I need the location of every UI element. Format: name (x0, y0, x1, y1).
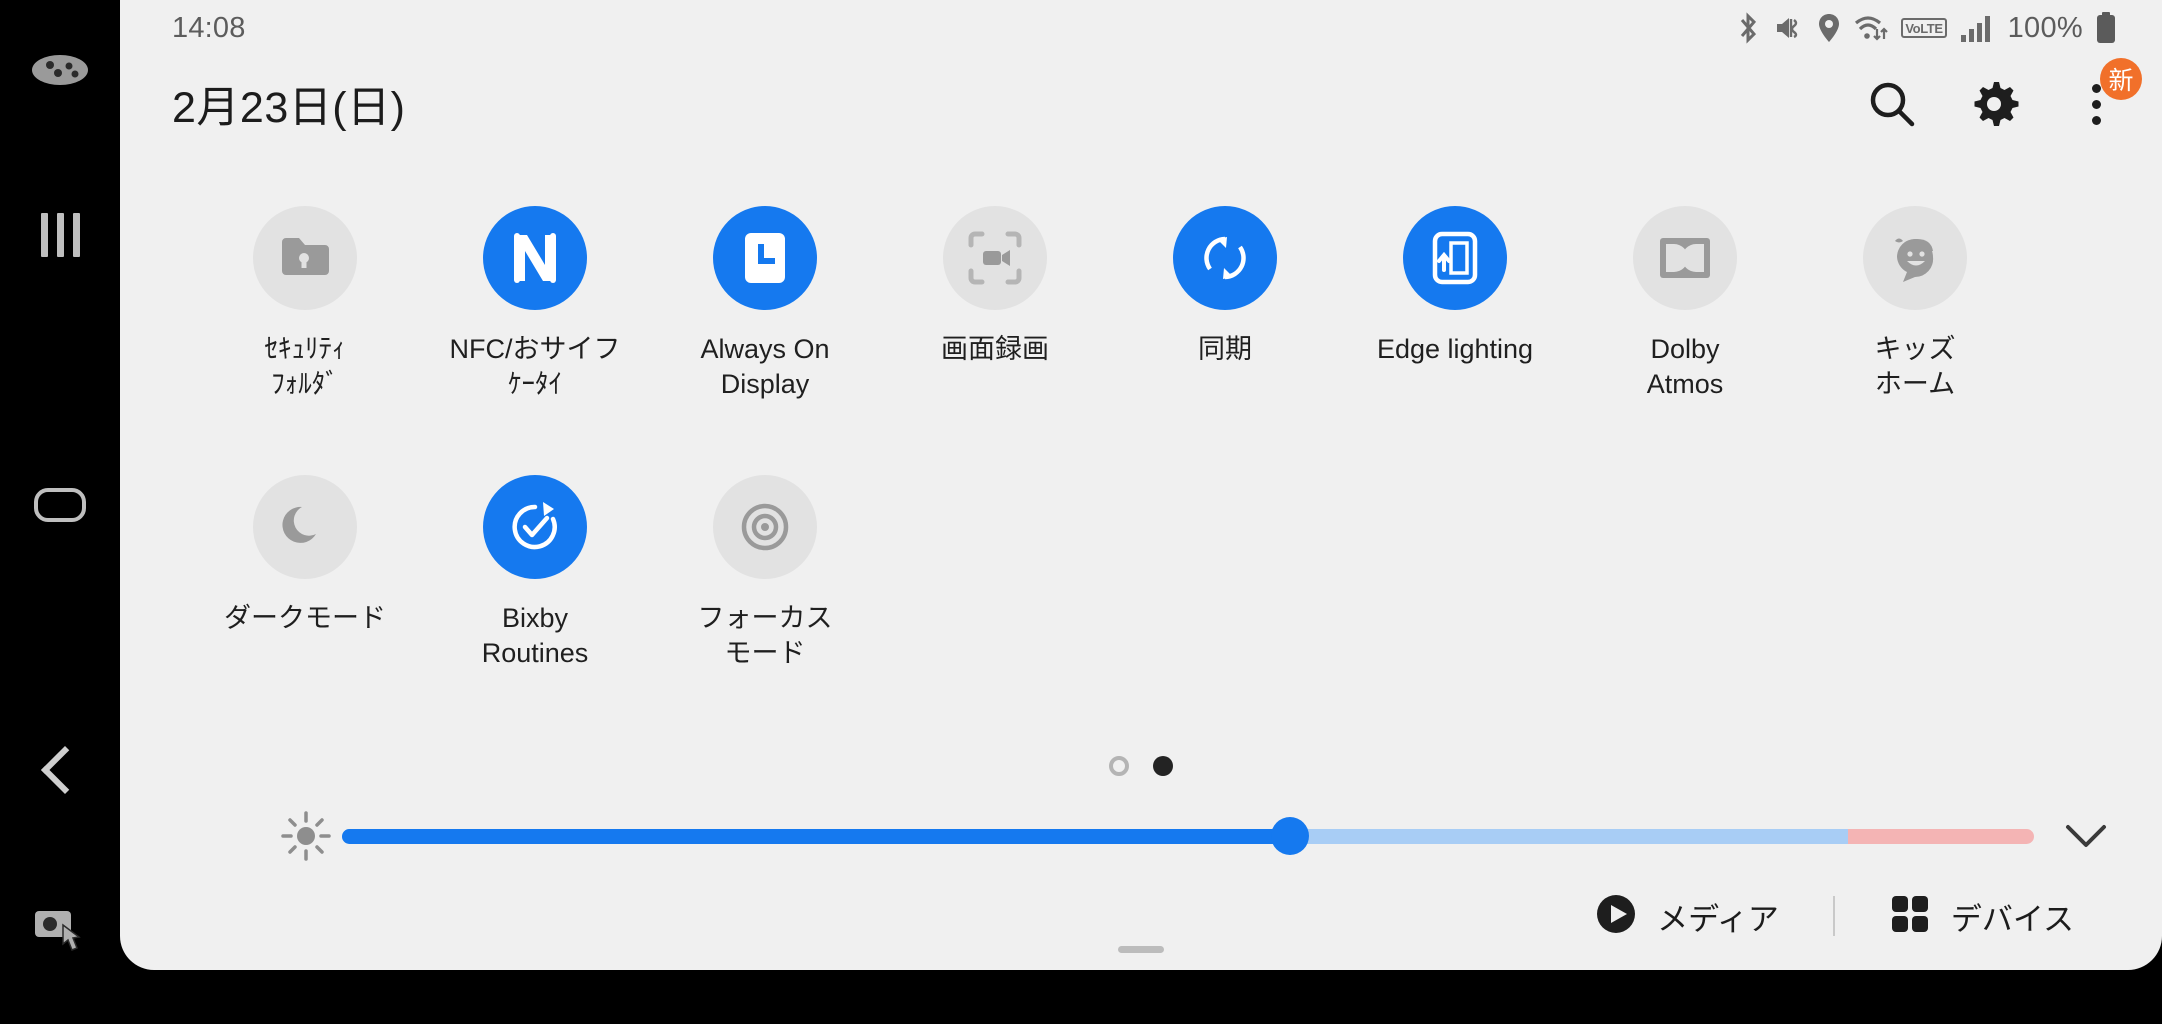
battery-icon (2096, 12, 2116, 44)
bluetooth-icon (1735, 12, 1761, 44)
brightness-icon (270, 810, 342, 862)
tile-label: 画面録画 (941, 334, 1049, 364)
volte-icon: VoLTE (1901, 18, 1947, 38)
quick-settings-panel: 14:08 VoLTE 100% 2月23日(日) 新 ｾｷｭﾘﾃｨ ﾌｫﾙﾀﾞ… (120, 0, 2162, 970)
devices-grid-icon (1889, 893, 1931, 940)
dolby-atmos-icon (1633, 206, 1737, 310)
status-icons: VoLTE 100% (1735, 12, 2116, 45)
battery-percent: 100% (2007, 11, 2083, 44)
screen-root: 14:08 VoLTE 100% 2月23日(日) 新 ｾｷｭﾘﾃｨ ﾌｫﾙﾀﾞ… (0, 0, 2162, 1024)
tile-row: ダークモード Bixby Routines フォーカス モード (190, 451, 2162, 670)
home-icon[interactable] (0, 475, 120, 535)
play-icon (1595, 893, 1637, 940)
nfc-icon (483, 206, 587, 310)
page-dot-1[interactable] (1109, 756, 1129, 776)
chevron-down-icon[interactable] (2050, 821, 2122, 851)
media-button[interactable]: メディア (1595, 893, 1779, 940)
always-on-display-icon (713, 206, 817, 310)
devices-button[interactable]: デバイス (1889, 893, 2074, 940)
focus-mode-icon (713, 475, 817, 580)
slider-track (342, 817, 2034, 855)
tile-bixby-routines[interactable]: Bixby Routines (420, 451, 650, 670)
tile-label: Dolby Atmos (1646, 334, 1724, 399)
tile-kids-home[interactable]: キッズ ホーム (1800, 182, 2030, 401)
screen-recorder-icon (943, 206, 1047, 310)
tile-label: キッズ ホーム (1874, 334, 1956, 399)
tile-sync[interactable]: 同期 (1110, 182, 1340, 401)
tile-dolby-atmos[interactable]: Dolby Atmos (1570, 182, 1800, 401)
status-clock: 14:08 (172, 11, 246, 44)
tile-label: Bixby Routines (481, 603, 589, 668)
tile-label: ダークモード (224, 603, 386, 634)
panel-drag-handle[interactable] (1118, 946, 1164, 953)
three-dot-icon (2091, 83, 2101, 125)
tile-always-on-display[interactable]: Always On Display (650, 182, 880, 401)
kids-home-icon (1863, 206, 1967, 310)
tile-label: Edge lighting (1376, 334, 1534, 364)
tile-label: ｾｷｭﾘﾃｨ ﾌｫﾙﾀﾞ (264, 334, 346, 399)
tile-screen-recorder[interactable]: 画面録画 (880, 182, 1110, 401)
mute-vibrate-icon (1774, 13, 1804, 43)
dark-mode-icon (253, 475, 357, 580)
new-badge: 新 (2100, 58, 2142, 100)
tile-nfc[interactable]: NFC/おサイフ ｹｰﾀｲ (420, 182, 650, 401)
recents-icon[interactable] (0, 205, 120, 265)
quick-settings-tiles: ｾｷｭﾘﾃｨ ﾌｫﾙﾀﾞ NFC/おサイフ ｹｰﾀｲ Always On Dis… (120, 182, 2162, 670)
sync-icon (1173, 206, 1277, 310)
brightness-slider[interactable] (342, 800, 2034, 872)
more-options-button[interactable]: 新 (2066, 58, 2142, 134)
signal-bars-icon (1960, 13, 1992, 43)
slider-thumb[interactable] (1270, 817, 1309, 855)
tile-label: フォーカス モード (697, 603, 833, 668)
tile-label: Always On Display (700, 334, 830, 399)
tile-secure-folder[interactable]: ｾｷｭﾘﾃｨ ﾌｫﾙﾀﾞ (190, 182, 420, 401)
bottom-bar-divider (1832, 896, 1835, 936)
brightness-control (120, 800, 2162, 872)
game-launcher-icon[interactable] (0, 40, 120, 100)
tile-row: ｾｷｭﾘﾃｨ ﾌｫﾙﾀﾞ NFC/おサイフ ｹｰﾀｲ Always On Dis… (190, 182, 2162, 401)
page-dot-2[interactable] (1153, 756, 1173, 776)
wifi-icon (1854, 13, 1889, 43)
page-title: 2月23日(日) (172, 84, 406, 132)
panel-header: 2月23日(日) 新 (120, 56, 2162, 152)
media-label: メディア (1657, 901, 1779, 937)
location-icon (1817, 13, 1841, 43)
tile-edge-lighting[interactable]: Edge lighting (1340, 182, 1570, 401)
gear-icon[interactable] (1964, 74, 2024, 134)
bixby-routines-icon (483, 475, 587, 580)
tile-focus-mode[interactable]: フォーカス モード (650, 451, 880, 670)
devices-label: デバイス (1950, 901, 2074, 937)
header-actions: 新 (1862, 58, 2142, 134)
panel-bottom-bar: メディア デバイス (120, 880, 2162, 952)
search-icon[interactable] (1862, 74, 1922, 134)
tile-dark-mode[interactable]: ダークモード (190, 451, 420, 670)
slider-fill (342, 828, 1290, 844)
tile-label: 同期 (1198, 334, 1252, 364)
status-bar: 14:08 VoLTE 100% (120, 0, 2162, 56)
page-indicator (120, 756, 2162, 776)
screenshot-capture-icon[interactable] (0, 900, 120, 960)
edge-lighting-icon (1403, 206, 1507, 310)
navigation-rail (0, 0, 120, 1024)
back-icon[interactable] (0, 740, 120, 800)
secure-folder-icon (253, 206, 357, 310)
tile-label: NFC/おサイフ ｹｰﾀｲ (449, 334, 621, 399)
